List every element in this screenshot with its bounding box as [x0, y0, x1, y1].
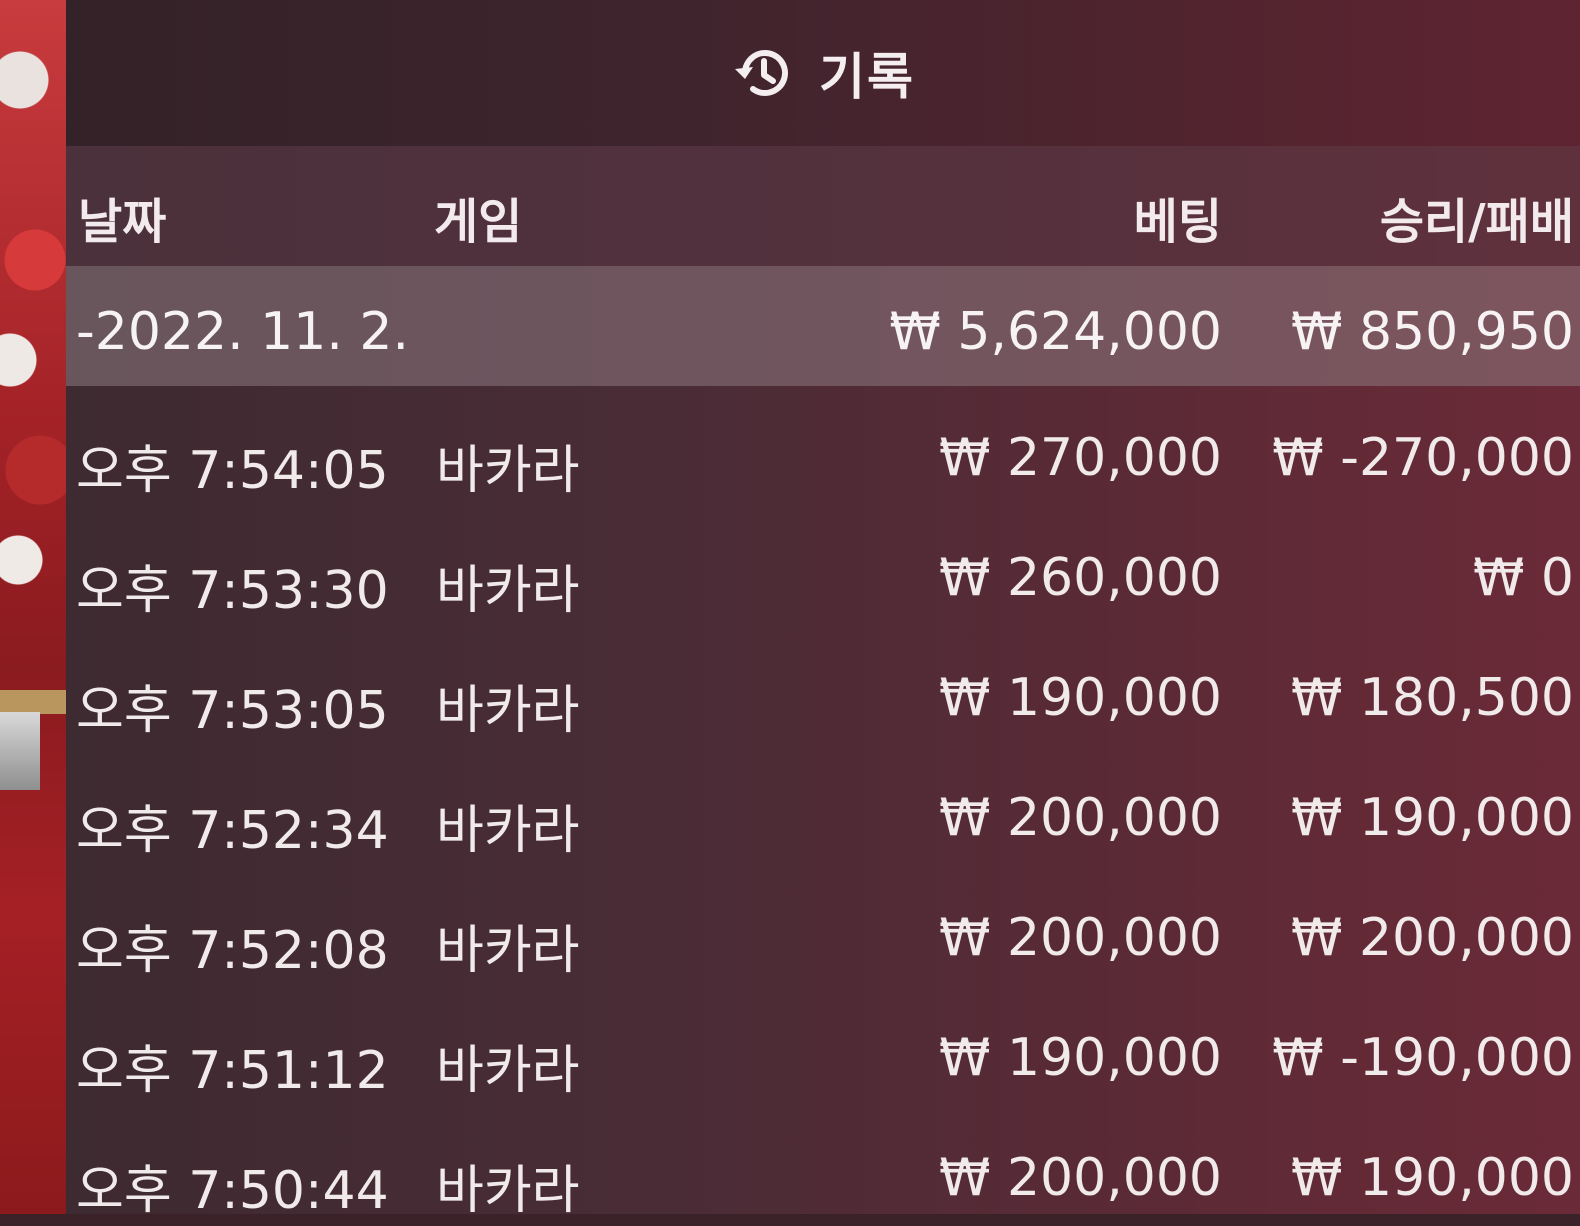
- date-group-row[interactable]: -2022. 11. 2. ₩ 5,624,000 ₩ 850,950: [66, 266, 1580, 386]
- table-row[interactable]: 오후 7:50:44 바카라 ₩ 200,000 ₩ 190,000: [66, 1106, 1580, 1226]
- row-bet: ₩ 190,000: [939, 1028, 1222, 1088]
- row-game: 바카라: [436, 1161, 580, 1221]
- row-bet: ₩ 200,000: [939, 1148, 1222, 1208]
- row-bet: ₩ 190,000: [939, 668, 1222, 728]
- row-game: 바카라: [436, 801, 580, 861]
- row-game: 바카라: [436, 681, 580, 741]
- row-time: 오후 7:53:30: [76, 561, 389, 621]
- table-row[interactable]: 오후 7:53:05 바카라 ₩ 190,000 ₩ 180,500: [66, 626, 1580, 746]
- row-bet: ₩ 200,000: [939, 788, 1222, 848]
- background-ledge: [0, 690, 66, 714]
- history-title: 기록: [819, 48, 915, 106]
- column-header-winloss[interactable]: 승리/패배: [1380, 182, 1574, 252]
- row-time: 오후 7:53:05: [76, 681, 389, 741]
- column-header-game[interactable]: 게임: [434, 182, 522, 252]
- row-game: 바카라: [436, 1041, 580, 1101]
- row-time: 오후 7:51:12: [76, 1041, 389, 1101]
- row-time: 오후 7:54:05: [76, 441, 389, 501]
- column-header-date[interactable]: 날짜: [78, 182, 166, 252]
- table-row[interactable]: 오후 7:53:30 바카라 ₩ 260,000 ₩ 0: [66, 506, 1580, 626]
- table-header: 날짜 게임 베팅 승리/패배: [66, 146, 1580, 266]
- history-icon: [731, 45, 791, 101]
- row-winloss: ₩ 190,000: [1291, 1148, 1574, 1208]
- table-row[interactable]: 오후 7:54:05 바카라 ₩ 270,000 ₩ -270,000: [66, 386, 1580, 506]
- row-time: 오후 7:52:34: [76, 801, 389, 861]
- row-bet: ₩ 200,000: [939, 908, 1222, 968]
- column-header-bet[interactable]: 베팅: [1134, 182, 1222, 252]
- row-game: 바카라: [436, 561, 580, 621]
- row-time: 오후 7:52:08: [76, 921, 389, 981]
- background-object: [0, 712, 40, 790]
- row-winloss: ₩ -190,000: [1272, 1028, 1574, 1088]
- table-row[interactable]: 오후 7:52:34 바카라 ₩ 200,000 ₩ 190,000: [66, 746, 1580, 866]
- row-winloss: ₩ 200,000: [1291, 908, 1574, 968]
- row-time: 오후 7:50:44: [76, 1161, 389, 1221]
- history-panel: 기록 날짜 게임 베팅 승리/패배 -2022. 11. 2. ₩ 5,624,…: [66, 0, 1580, 1221]
- history-title-bar: 기록: [66, 0, 1580, 146]
- table-row[interactable]: 오후 7:51:12 바카라 ₩ 190,000 ₩ -190,000: [66, 986, 1580, 1106]
- row-bet: ₩ 270,000: [939, 428, 1222, 488]
- row-winloss: ₩ 180,500: [1291, 668, 1574, 728]
- group-total-winloss: ₩ 850,950: [1291, 302, 1574, 362]
- row-bet: ₩ 260,000: [939, 548, 1222, 608]
- row-winloss: ₩ 0: [1472, 548, 1574, 608]
- group-date: -2022. 11. 2.: [76, 302, 409, 362]
- row-winloss: ₩ 190,000: [1291, 788, 1574, 848]
- row-winloss: ₩ -270,000: [1272, 428, 1574, 488]
- row-game: 바카라: [436, 921, 580, 981]
- table-row[interactable]: 오후 7:52:08 바카라 ₩ 200,000 ₩ 200,000: [66, 866, 1580, 986]
- group-total-bet: ₩ 5,624,000: [889, 302, 1222, 362]
- background-scene: [0, 0, 66, 1214]
- row-game: 바카라: [436, 441, 580, 501]
